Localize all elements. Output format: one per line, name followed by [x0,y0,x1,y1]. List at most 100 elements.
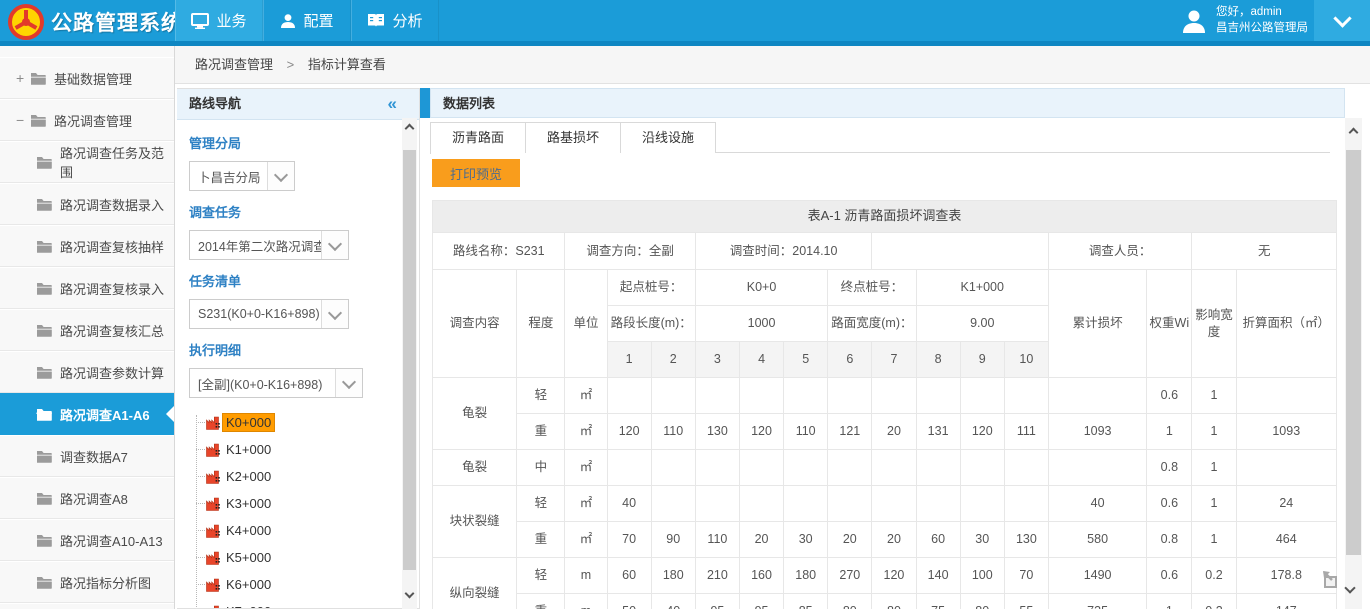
breadcrumb-item-parent[interactable]: 路况调查管理 [195,57,273,72]
sidebar-item[interactable]: 路况调查参数计算 [0,351,174,393]
scroll-up-arrow[interactable] [1345,122,1362,138]
sidebar-item[interactable] [0,603,174,609]
nav-fields: 管理分局卜昌吉分局调查任务2014年第二次路况调查任务清单S231(K0+0-K… [189,133,407,398]
value-cell: 130 [695,414,739,450]
select-value: [全副](K0+0-K16+898) [190,374,335,393]
station-icon [206,605,221,609]
sidebar-item[interactable]: 路况调查A10-A13 [0,519,174,561]
sidebar-item[interactable]: 路况调查数据录入 [0,183,174,225]
empty-cell [872,233,1049,270]
sidebar-item[interactable]: 路况调查复核录入 [0,267,174,309]
expander-icon[interactable]: − [16,112,30,128]
expander-icon[interactable]: + [16,70,30,86]
nav-field-select[interactable]: [全副](K0+0-K16+898) [189,368,363,398]
sidebar-item[interactable]: 调查数据A7 [0,435,174,477]
user-avatar-icon [1180,7,1208,35]
value-cell [828,450,872,486]
scroll-up-arrow[interactable] [402,118,417,134]
segment-col-header: 3 [695,342,739,378]
survey-time-cell: 调查时间：2014.10 [695,233,872,270]
sidebar: +基础数据管理−路况调查管理路况调查任务及范围路况调查数据录入路况调查复核抽样路… [0,46,175,609]
cumulative-cell: 1093 [1048,414,1146,450]
damage-type-cell: 块状裂缝 [433,486,517,558]
station-icon [206,416,221,430]
segment-col-header: 7 [872,342,916,378]
value-cell [960,450,1004,486]
value-cell [828,378,872,414]
col-header-content: 调查内容 [433,270,517,378]
value-cell [607,450,651,486]
tree-item-label: K5+000 [222,548,275,567]
value-cell: 80 [828,594,872,609]
weight-cell: 0.6 [1147,486,1192,522]
weight-cell: 0.8 [1147,522,1192,558]
route-navigation-body: 管理分局卜昌吉分局调查任务2014年第二次路况调查任务清单S231(K0+0-K… [177,120,419,609]
tree-item-label: K1+000 [222,440,275,459]
sidebar-item[interactable]: −路况调查管理 [0,99,174,141]
sidebar-item[interactable]: 路况调查复核汇总 [0,309,174,351]
influence-cell: 1 [1192,414,1236,450]
scroll-down-arrow[interactable] [1346,580,1354,595]
value-cell: 80 [960,594,1004,609]
tree-item[interactable]: K7+000 [191,598,407,609]
area-cell: 24 [1236,486,1336,522]
tree-item[interactable]: K6+000 [191,571,407,598]
user-menu-button[interactable] [1314,0,1370,41]
nav-field-select[interactable]: 2014年第二次路况调查 [189,230,349,260]
tree-item[interactable]: K4+000 [191,517,407,544]
weight-cell: 1 [1147,414,1192,450]
road-width-label: 路面宽度(m)： [828,306,916,342]
tree-item[interactable]: K5+000 [191,544,407,571]
folder-icon [36,324,52,337]
scrollbar-thumb[interactable] [1346,150,1361,555]
tree-item[interactable]: K0+000 [191,409,407,436]
collapse-panel-icon[interactable]: « [388,89,397,119]
sidebar-item[interactable]: 路况调查A8 [0,477,174,519]
value-cell [872,450,916,486]
tree-item[interactable]: K1+000 [191,436,407,463]
cumulative-cell: 40 [1048,486,1146,522]
pavement-damage-table: 表A-1 沥青路面损坏调查表 路线名称：S231 调查方向：全副 调查时间：20… [432,200,1337,609]
nav-field-label: 管理分局 [189,133,407,152]
print-preview-button[interactable]: 打印预览 [432,159,520,187]
nav-field-select[interactable]: S231(K0+0-K16+898) [189,299,349,329]
degree-cell: 中 [517,450,565,486]
value-cell: 55 [1004,594,1048,609]
tab-1[interactable]: 沥青路面 [430,122,525,154]
nav-field-select[interactable]: 卜昌吉分局 [189,161,295,191]
value-cell [872,378,916,414]
tab-3[interactable]: 沿线设施 [620,122,716,153]
influence-cell: 0.2 [1192,594,1236,609]
sidebar-item[interactable]: +基础数据管理 [0,57,174,99]
page-scrollbar [1345,118,1362,609]
value-cell [916,450,960,486]
data-list-header: 数据列表 [430,88,1345,118]
segment-col-header: 4 [739,342,783,378]
sidebar-item[interactable]: 路况调查任务及范围 [0,141,174,183]
tree-item[interactable]: K2+000 [191,463,407,490]
chevron-down-icon [321,231,348,259]
header-tab-2[interactable]: 配置 [263,0,351,41]
degree-cell: 轻 [517,558,565,594]
tab-2[interactable]: 路基损坏 [525,122,620,153]
value-cell [1004,486,1048,522]
sidebar-item[interactable]: 路况调查复核抽样 [0,225,174,267]
sidebar-item[interactable]: 路况调查A1-A6 [0,393,174,435]
scroll-down-arrow[interactable] [402,585,417,601]
folder-icon [36,366,52,379]
monitor-icon [191,13,209,29]
value-cell: 70 [607,522,651,558]
folder-icon [36,534,52,547]
scrollbar-thumb[interactable] [403,150,416,570]
value-cell: 60 [916,522,960,558]
header-tab-3[interactable]: 分析 [351,0,439,41]
header-tab-1[interactable]: 业务 [175,0,263,41]
tree-item-label: K0+000 [222,413,275,432]
select-value: S231(K0+0-K16+898) [190,307,321,321]
popup-window-icon[interactable] [1320,569,1342,594]
user-info[interactable]: 您好，admin 昌吉州公路管理局 [1180,0,1308,41]
sidebar-item[interactable]: 路况指标分析图 [0,561,174,603]
folder-icon [36,282,52,295]
value-cell: 131 [916,414,960,450]
tree-item[interactable]: K3+000 [191,490,407,517]
